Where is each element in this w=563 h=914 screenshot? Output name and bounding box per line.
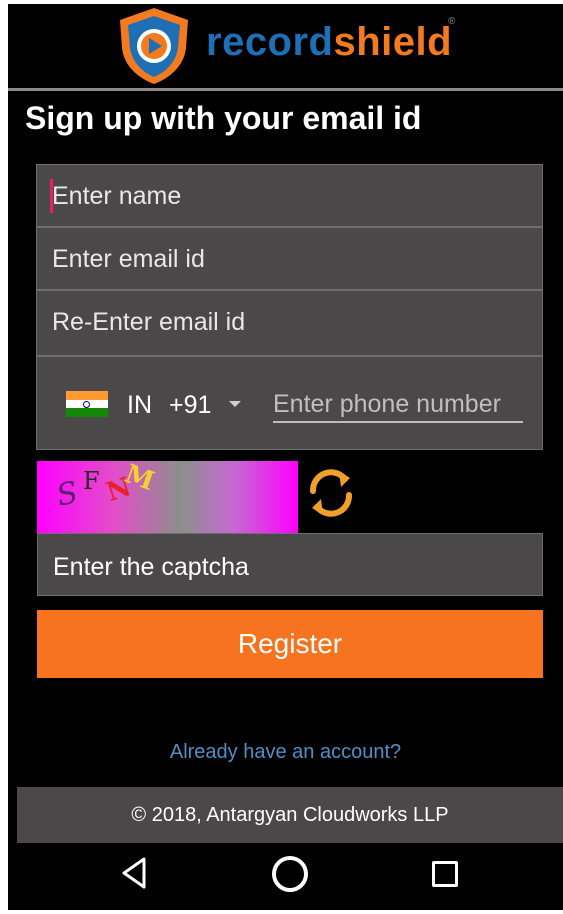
email-field[interactable]: Enter email id [36,227,543,290]
header-divider [8,88,563,91]
brand-record-text: record [206,20,334,64]
registered-mark: ® [448,16,456,27]
email-placeholder: Enter email id [52,245,205,273]
captcha-char: F [83,467,100,495]
country-code[interactable]: IN [127,391,152,420]
phone-row: IN +91 [36,356,543,450]
dial-code[interactable]: +91 [169,391,211,420]
phone-screen: recordshield ® Sign up with your email i… [8,4,563,910]
page-title: Sign up with your email id [25,100,422,136]
name-placeholder: Enter name [52,182,182,210]
back-icon[interactable] [120,853,150,893]
captcha-placeholder: Enter the captcha [53,553,249,581]
recent-apps-icon[interactable] [432,861,458,887]
home-icon[interactable] [272,856,308,892]
captcha-field[interactable]: Enter the captcha [37,533,543,596]
reenter-email-placeholder: Re-Enter email id [52,308,246,336]
india-flag-icon[interactable] [66,391,108,417]
app-header: recordshield ® [8,4,563,88]
phone-input[interactable] [273,387,523,423]
name-field[interactable]: Enter name [36,164,543,227]
footer-copyright: © 2018, Antargyan Cloudworks LLP [17,787,563,843]
reenter-email-field[interactable]: Re-Enter email id [36,290,543,356]
signin-link[interactable]: Already have an account? [8,741,563,764]
captcha-char: S [53,475,81,514]
refresh-icon[interactable] [304,466,358,520]
brand-logo: recordshield [206,20,452,65]
system-navbar [8,843,563,910]
shield-logo-icon [120,8,188,84]
captcha-image: S F N M [37,461,298,534]
brand-shield-text: shield [333,20,453,64]
register-button[interactable]: Register [37,610,543,678]
chevron-down-icon[interactable] [229,401,241,407]
